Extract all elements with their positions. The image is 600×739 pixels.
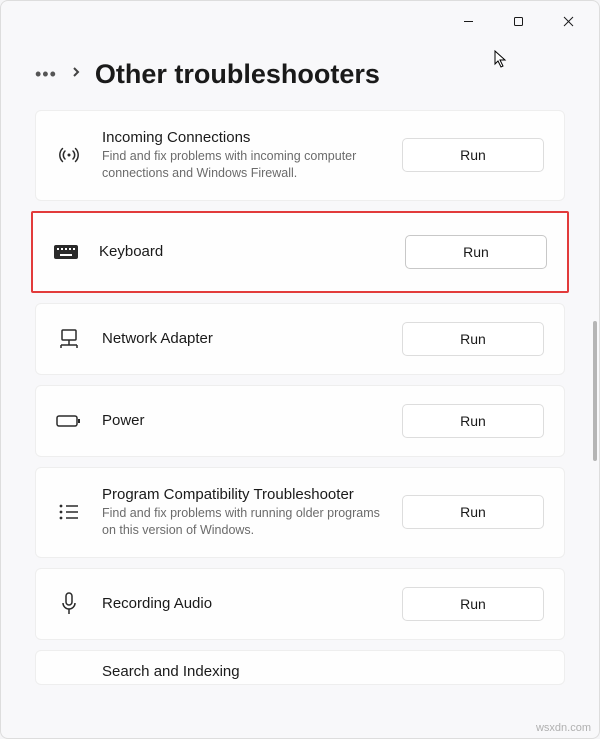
- item-title: Keyboard: [99, 243, 387, 260]
- minimize-button[interactable]: [445, 5, 491, 37]
- troubleshooter-program-compatibility: Program Compatibility Troubleshooter Fin…: [35, 467, 565, 558]
- more-icon[interactable]: •••: [35, 64, 57, 85]
- item-title: Incoming Connections: [102, 129, 384, 146]
- watermark: wsxdn.com: [536, 722, 591, 734]
- item-title: Network Adapter: [102, 330, 384, 347]
- item-text: Recording Audio: [102, 595, 384, 612]
- run-button[interactable]: Run: [402, 495, 544, 529]
- header: ••• Other troubleshooters: [1, 41, 599, 110]
- troubleshooter-recording-audio: Recording Audio Run: [35, 568, 565, 640]
- item-title: Power: [102, 412, 384, 429]
- close-button[interactable]: [545, 5, 591, 37]
- network-adapter-icon: [54, 327, 84, 351]
- run-button[interactable]: Run: [402, 322, 544, 356]
- item-text: Power: [102, 412, 384, 429]
- item-desc: Find and fix problems with incoming comp…: [102, 148, 384, 182]
- chevron-right-icon: [71, 65, 81, 84]
- item-text: Incoming Connections Find and fix proble…: [102, 129, 384, 182]
- item-text: Search and Indexing: [102, 663, 544, 680]
- item-desc: Find and fix problems with running older…: [102, 505, 384, 539]
- troubleshooter-network-adapter: Network Adapter Run: [35, 303, 565, 375]
- page-title: Other troubleshooters: [95, 59, 380, 90]
- item-title: Search and Indexing: [102, 663, 544, 680]
- item-title: Recording Audio: [102, 595, 384, 612]
- troubleshooter-incoming-connections: Incoming Connections Find and fix proble…: [35, 110, 565, 201]
- scrollbar[interactable]: [593, 321, 597, 461]
- troubleshooter-keyboard: Keyboard Run: [31, 211, 569, 293]
- troubleshooter-power: Power Run: [35, 385, 565, 457]
- run-button[interactable]: Run: [402, 138, 544, 172]
- item-text: Program Compatibility Troubleshooter Fin…: [102, 486, 384, 539]
- content-area: Incoming Connections Find and fix proble…: [1, 110, 599, 727]
- troubleshooter-search-indexing: Search and Indexing: [35, 650, 565, 685]
- run-button[interactable]: Run: [402, 404, 544, 438]
- microphone-icon: [54, 591, 84, 617]
- list-icon: [54, 502, 84, 522]
- item-title: Program Compatibility Troubleshooter: [102, 486, 384, 503]
- settings-window: ••• Other troubleshooters Incoming Conne…: [0, 0, 600, 739]
- maximize-button[interactable]: [495, 5, 541, 37]
- run-button[interactable]: Run: [402, 587, 544, 621]
- titlebar: [1, 1, 599, 41]
- run-button[interactable]: Run: [405, 235, 547, 269]
- item-text: Keyboard: [99, 243, 387, 260]
- battery-icon: [54, 413, 84, 429]
- item-text: Network Adapter: [102, 330, 384, 347]
- antenna-icon: [54, 143, 84, 167]
- keyboard-icon: [51, 242, 81, 262]
